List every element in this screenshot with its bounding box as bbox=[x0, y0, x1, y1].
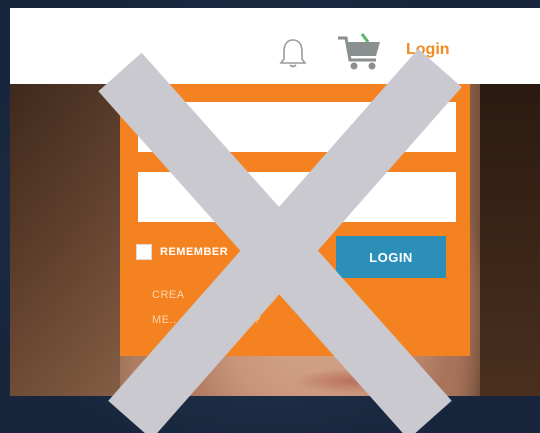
login-button[interactable]: LOGIN bbox=[336, 236, 446, 278]
remember-label: REMEMBER bbox=[160, 246, 229, 258]
create-account-link[interactable]: CREA bbox=[152, 289, 185, 301]
password-field[interactable] bbox=[138, 172, 456, 222]
hair-left bbox=[10, 84, 120, 396]
face-lips bbox=[292, 369, 412, 393]
username-field[interactable] bbox=[138, 102, 456, 152]
hair-right bbox=[480, 84, 540, 396]
forgot-login-link[interactable]: ME... LOGGING IN? bbox=[152, 314, 261, 326]
shopping-cart-icon[interactable] bbox=[336, 32, 384, 72]
bell-icon[interactable] bbox=[276, 36, 310, 70]
header-login-link[interactable]: Login bbox=[406, 41, 450, 59]
top-header: Login bbox=[10, 8, 540, 84]
remember-checkbox[interactable] bbox=[136, 244, 152, 260]
login-panel: REMEMBER LOGIN CREA ME... LOGGING IN? bbox=[120, 84, 470, 356]
remember-me-option[interactable]: REMEMBER bbox=[136, 244, 228, 260]
